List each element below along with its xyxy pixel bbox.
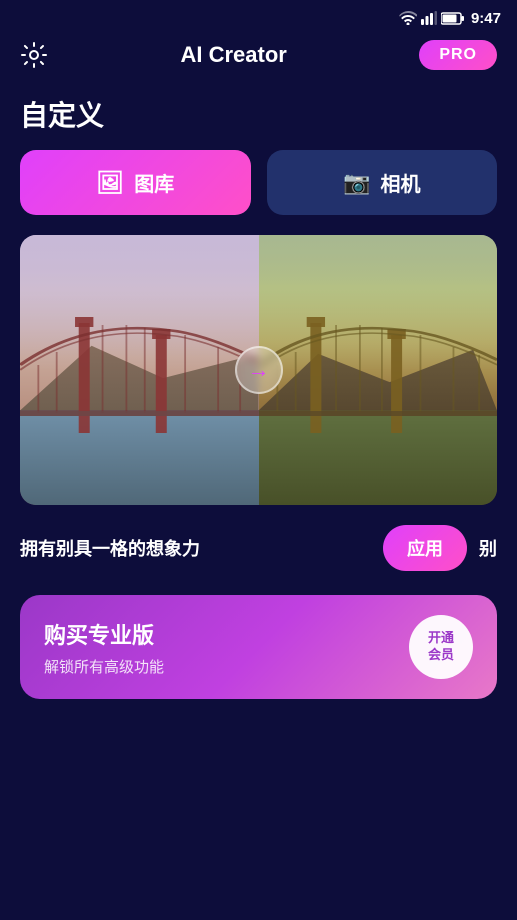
gallery-button[interactable]: 🖼 图库 (20, 150, 251, 215)
settings-button[interactable] (20, 41, 48, 69)
wifi-icon (399, 11, 417, 25)
camera-icon: 📷 (343, 170, 370, 196)
image-compare: → (20, 235, 497, 505)
bottom-text-row: 拥有别具一格的想象力 应用 别 (0, 509, 517, 587)
image-before (20, 235, 259, 505)
pro-card-action-button[interactable]: 开通 会员 (409, 615, 473, 679)
signal-icon (421, 11, 437, 25)
pro-badge[interactable]: PRO (419, 40, 497, 70)
bridge-svg-left (20, 235, 259, 505)
pro-purchase-card: 购买专业版 解锁所有高级功能 开通 会员 (20, 595, 497, 699)
gallery-icon: 🖼 (96, 170, 124, 196)
camera-button[interactable]: 📷 相机 (267, 150, 498, 215)
action-buttons-row: 🖼 图库 📷 相机 (0, 150, 517, 235)
feature-label: 拥有别具一格的想象力 (20, 535, 383, 561)
apply-button[interactable]: 应用 (383, 525, 467, 571)
pro-card-title: 购买专业版 (44, 618, 164, 650)
gallery-label: 图库 (134, 168, 174, 197)
compare-arrow-button[interactable]: → (235, 346, 283, 394)
camera-label: 相机 (380, 168, 420, 197)
status-time: 9:47 (471, 10, 501, 27)
status-bar: 9:47 (0, 0, 517, 36)
status-icons (399, 11, 465, 25)
battery-icon (441, 12, 465, 25)
pro-card-text: 购买专业版 解锁所有高级功能 (44, 618, 164, 677)
app-header: AI Creator PRO (0, 36, 517, 86)
arrow-icon: → (248, 357, 270, 383)
more-label: 别 (479, 535, 497, 561)
bridge-svg-right (259, 235, 498, 505)
app-title: AI Creator (180, 42, 286, 68)
pro-action-line1: 开通 (428, 630, 454, 647)
section-title: 自定义 (0, 86, 517, 150)
pro-card-subtitle: 解锁所有高级功能 (44, 656, 164, 677)
pro-action-line2: 会员 (428, 647, 454, 664)
image-after (259, 235, 498, 505)
